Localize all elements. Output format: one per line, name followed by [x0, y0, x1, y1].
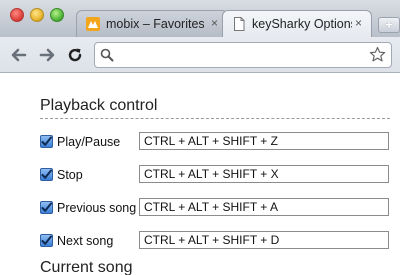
shortcut-row-stop: Stop: [40, 165, 392, 185]
checkmark-icon: [41, 202, 52, 212]
tab-keysharky-options[interactable]: keySharky Options ×: [222, 10, 372, 37]
play-pause-shortcut-field[interactable]: [139, 132, 389, 150]
search-icon: [100, 48, 114, 62]
stop-shortcut-field[interactable]: [139, 165, 389, 183]
checkmark-icon: [41, 169, 52, 179]
title-bar: mobix – Favorites × keySharky Options × …: [0, 0, 400, 37]
play-pause-checkbox[interactable]: [40, 135, 53, 148]
close-window-button[interactable]: [10, 8, 24, 22]
shortcut-label: Stop: [57, 168, 83, 182]
shortcut-row-play-pause: Play/Pause: [40, 132, 392, 152]
page-icon: [234, 17, 245, 31]
previous-song-checkbox[interactable]: [40, 201, 53, 214]
next-song-shortcut-field[interactable]: [139, 231, 389, 249]
next-song-checkbox[interactable]: [40, 234, 53, 247]
address-bar[interactable]: [94, 42, 392, 68]
stop-checkbox[interactable]: [40, 168, 53, 181]
browser-toolbar: [0, 37, 400, 73]
minimize-window-button[interactable]: [30, 8, 44, 22]
section-title-playback-control: Playback control: [40, 97, 390, 119]
mobix-favicon-icon: [86, 17, 100, 31]
back-arrow-icon[interactable]: [10, 46, 28, 64]
tab-mobix-favorites[interactable]: mobix – Favorites ×: [76, 10, 228, 37]
previous-song-shortcut-field[interactable]: [139, 198, 389, 216]
new-tab-button[interactable]: +: [378, 17, 400, 33]
shortcut-row-next-song: Next song: [40, 231, 392, 251]
options-page: Playback control Play/Pause Stop Previou…: [0, 73, 400, 275]
address-input[interactable]: [119, 46, 359, 64]
zoom-window-button[interactable]: [50, 8, 64, 22]
tab-close-icon[interactable]: ×: [211, 16, 218, 30]
tab-title: keySharky Options: [252, 17, 352, 31]
reload-icon[interactable]: [66, 46, 84, 64]
checkmark-icon: [41, 136, 52, 146]
checkmark-icon: [41, 235, 52, 245]
tab-title: mobix – Favorites: [106, 17, 204, 31]
bookmark-star-icon[interactable]: [369, 46, 386, 63]
forward-arrow-icon[interactable]: [38, 46, 56, 64]
shortcut-label: Previous song: [57, 201, 137, 215]
shortcut-label: Next song: [57, 234, 114, 248]
shortcut-row-previous-song: Previous song: [40, 198, 392, 218]
shortcut-label: Play/Pause: [57, 135, 121, 149]
section-title-current-song: Current song: [40, 259, 133, 275]
tab-close-icon[interactable]: ×: [355, 16, 362, 30]
